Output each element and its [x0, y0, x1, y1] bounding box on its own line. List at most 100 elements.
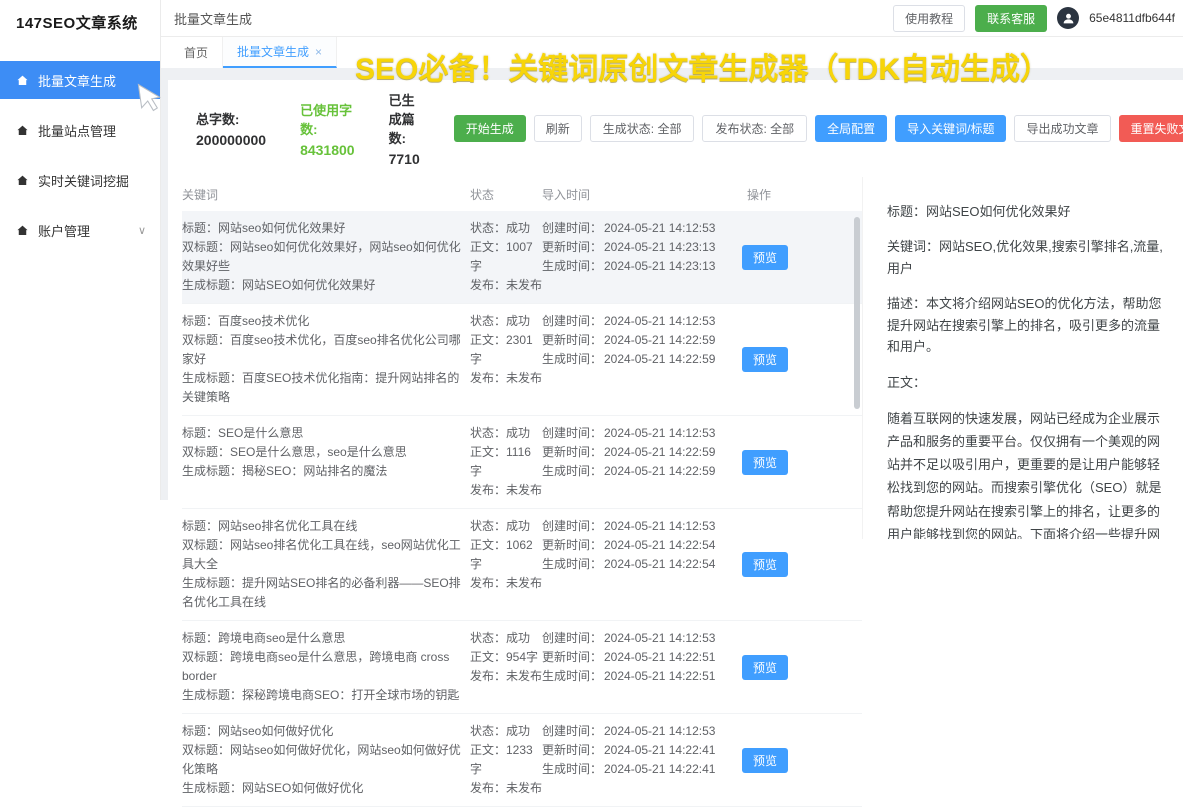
preview-title-line: 标题：网站SEO如何优化效果好: [887, 201, 1169, 222]
tab-batch-article-label: 批量文章生成: [237, 43, 309, 60]
tab-home[interactable]: 首页: [170, 37, 223, 68]
table-row: 标题：跨境电商seo是什么意思 双标题：跨境电商seo是什么意思，跨境电商 cr…: [182, 621, 862, 714]
table-header: 关键词 状态 导入时间 操作: [182, 177, 862, 211]
cell-actions: 预览: [732, 722, 832, 798]
preview-button[interactable]: 预览: [742, 450, 788, 475]
article-table: 关键词 状态 导入时间 操作 标题：网站seo如何优化效果好 双标题：网站seo…: [168, 177, 862, 539]
preview-button[interactable]: 预览: [742, 552, 788, 577]
preview-keywords-label: 关键词：: [887, 239, 939, 254]
preview-button[interactable]: 预览: [742, 655, 788, 680]
cell-import-time: 创建时间：2024-05-21 14:12:53 更新时间：2024-05-21…: [542, 312, 732, 407]
stat-used-value: 8431800: [300, 142, 355, 158]
preview-title-text: 网站SEO如何优化效果好: [926, 204, 1070, 219]
table-row: 标题：网站seo排名优化工具在线 双标题：网站seo排名优化工具在线，seo网站…: [182, 509, 862, 621]
table-row: 标题：百度seo技术优化 双标题：百度seo技术优化，百度seo排名优化公司哪家…: [182, 304, 862, 416]
preview-description-label: 描述：: [887, 296, 926, 311]
preview-button[interactable]: 预览: [742, 748, 788, 773]
stat-used-words: 已使用字数: 8431800: [300, 100, 355, 158]
tutorial-button[interactable]: 使用教程: [893, 5, 965, 32]
cell-actions: 预览: [732, 517, 832, 612]
global-config-button[interactable]: 全局配置: [815, 115, 887, 142]
home-icon: [16, 74, 29, 87]
preview-description-line: 描述：本文将介绍网站SEO的优化方法，帮助您提升网站在搜索引擎上的排名，吸引更多…: [887, 293, 1169, 357]
table-row: 标题：网站seo如何优化效果好 双标题：网站seo如何优化效果好，网站seo如何…: [182, 211, 862, 304]
promo-banner: SEO必备！关键词原创文章生成器（TDK自动生成）: [355, 44, 1050, 88]
reset-failed-button[interactable]: 重置失败文章: [1119, 115, 1183, 142]
preview-title-label: 标题：: [887, 204, 926, 219]
main-area: 批量文章生成 使用教程 联系客服 65e4811dfb644f 首页 批量文章生…: [160, 0, 1183, 500]
tab-batch-article[interactable]: 批量文章生成 ×: [223, 37, 337, 68]
stat-generated-value: 7710: [389, 151, 420, 167]
content: 总字数: 200000000 已使用字数: 8431800 已生成篇数: 771…: [160, 68, 1183, 500]
cell-status: 状态：成功 正文：954字 发布：未发布: [470, 629, 542, 705]
close-icon[interactable]: ×: [315, 45, 322, 59]
stat-generated-label: 已生成篇数:: [389, 90, 420, 147]
cell-keyword: 标题：跨境电商seo是什么意思 双标题：跨境电商seo是什么意思，跨境电商 cr…: [182, 629, 470, 705]
cell-actions: 预览: [732, 219, 832, 295]
cell-import-time: 创建时间：2024-05-21 14:12:53 更新时间：2024-05-21…: [542, 219, 732, 295]
preview-body-label: 正文：: [887, 372, 1169, 393]
cell-keyword: 标题：SEO是什么意思 双标题：SEO是什么意思，seo是什么意思 生成标题：揭…: [182, 424, 470, 500]
chevron-down-icon: ∨: [138, 224, 146, 237]
preview-button[interactable]: 预览: [742, 347, 788, 372]
mouse-cursor-icon: [135, 80, 165, 115]
sidebar-item-label: 账户管理: [38, 221, 90, 240]
user-id: 65e4811dfb644f: [1089, 11, 1175, 25]
cell-actions: 预览: [732, 424, 832, 500]
column-header-status: 状态: [470, 186, 542, 203]
export-success-button[interactable]: 导出成功文章: [1014, 115, 1110, 142]
contact-support-button[interactable]: 联系客服: [975, 5, 1047, 32]
article-preview-panel: 标题：网站SEO如何优化效果好 关键词：网站SEO,优化效果,搜索引擎排名,流量…: [862, 177, 1183, 539]
preview-button[interactable]: 预览: [742, 245, 788, 270]
sidebar-item[interactable]: 实时关键词挖掘: [0, 161, 160, 199]
sidebar-item[interactable]: 账户管理 ∨: [0, 211, 160, 249]
preview-description-text: 本文将介绍网站SEO的优化方法，帮助您提升网站在搜索引擎上的排名，吸引更多的流量…: [887, 296, 1161, 354]
cell-import-time: 创建时间：2024-05-21 14:12:53 更新时间：2024-05-21…: [542, 722, 732, 798]
sidebar-item-label: 批量站点管理: [38, 121, 116, 140]
cell-keyword: 标题：网站seo如何优化效果好 双标题：网站seo如何优化效果好，网站seo如何…: [182, 219, 470, 295]
cell-keyword: 标题：百度seo技术优化 双标题：百度seo技术优化，百度seo排名优化公司哪家…: [182, 312, 470, 407]
cell-status: 状态：成功 正文：1233字 发布：未发布: [470, 722, 542, 798]
start-generate-button[interactable]: 开始生成: [454, 115, 526, 142]
cell-keyword: 标题：网站seo排名优化工具在线 双标题：网站seo排名优化工具在线，seo网站…: [182, 517, 470, 612]
sidebar-item-label: 实时关键词挖掘: [38, 171, 129, 190]
stat-total-words: 总字数: 200000000: [196, 109, 266, 148]
stat-total-label: 总字数:: [196, 109, 266, 128]
cell-import-time: 创建时间：2024-05-21 14:12:53 更新时间：2024-05-21…: [542, 629, 732, 705]
refresh-button[interactable]: 刷新: [534, 115, 582, 142]
stat-total-value: 200000000: [196, 132, 266, 148]
cell-import-time: 创建时间：2024-05-21 14:12:53 更新时间：2024-05-21…: [542, 517, 732, 612]
breadcrumb: 批量文章生成: [174, 9, 252, 28]
cell-actions: 预览: [732, 629, 832, 705]
sidebar-item[interactable]: 批量站点管理: [0, 111, 160, 149]
topbar: 批量文章生成 使用教程 联系客服 65e4811dfb644f: [160, 0, 1183, 37]
table-body: 标题：网站seo如何优化效果好 双标题：网站seo如何优化效果好，网站seo如何…: [182, 211, 862, 807]
home-icon: [16, 174, 29, 187]
publish-status-select[interactable]: 发布状态: 全部: [702, 115, 807, 142]
generate-status-select[interactable]: 生成状态: 全部: [590, 115, 695, 142]
content-card: 总字数: 200000000 已使用字数: 8431800 已生成篇数: 771…: [168, 80, 1183, 500]
preview-body-text: 随着互联网的快速发展，网站已经成为企业展示产品和服务的重要平台。仅仅拥有一个美观…: [887, 407, 1169, 539]
cell-actions: 预览: [732, 312, 832, 407]
column-header-import-time: 导入时间: [542, 186, 732, 203]
import-keywords-button[interactable]: 导入关键词/标题: [895, 115, 1006, 142]
column-header-keyword: 关键词: [182, 186, 470, 203]
cell-status: 状态：成功 正文：1116字 发布：未发布: [470, 424, 542, 500]
cell-import-time: 创建时间：2024-05-21 14:12:53 更新时间：2024-05-21…: [542, 424, 732, 500]
column-header-actions: 操作: [732, 186, 832, 203]
app-window: 147SEO文章系统 批量文章生成 批量站点管理 实时关键词挖掘 账户管理 ∨ …: [0, 0, 1183, 500]
cell-status: 状态：成功 正文：2301字 发布：未发布: [470, 312, 542, 407]
sidebar-item-label: 批量文章生成: [38, 71, 116, 90]
tab-home-label: 首页: [184, 44, 208, 61]
table-scrollbar[interactable]: [854, 217, 860, 409]
sidebar: 147SEO文章系统 批量文章生成 批量站点管理 实时关键词挖掘 账户管理 ∨: [0, 0, 161, 500]
user-icon: [1062, 12, 1075, 25]
table-row: 标题：网站seo如何做好优化 双标题：网站seo如何做好优化，网站seo如何做好…: [182, 714, 862, 807]
stats-toolbar: 总字数: 200000000 已使用字数: 8431800 已生成篇数: 771…: [168, 80, 1183, 177]
content-split: 关键词 状态 导入时间 操作 标题：网站seo如何优化效果好 双标题：网站seo…: [168, 177, 1183, 539]
cell-status: 状态：成功 正文：1007字 发布：未发布: [470, 219, 542, 295]
cell-keyword: 标题：网站seo如何做好优化 双标题：网站seo如何做好优化，网站seo如何做好…: [182, 722, 470, 798]
cell-status: 状态：成功 正文：1062字 发布：未发布: [470, 517, 542, 612]
home-icon: [16, 224, 29, 237]
avatar[interactable]: [1057, 7, 1079, 29]
